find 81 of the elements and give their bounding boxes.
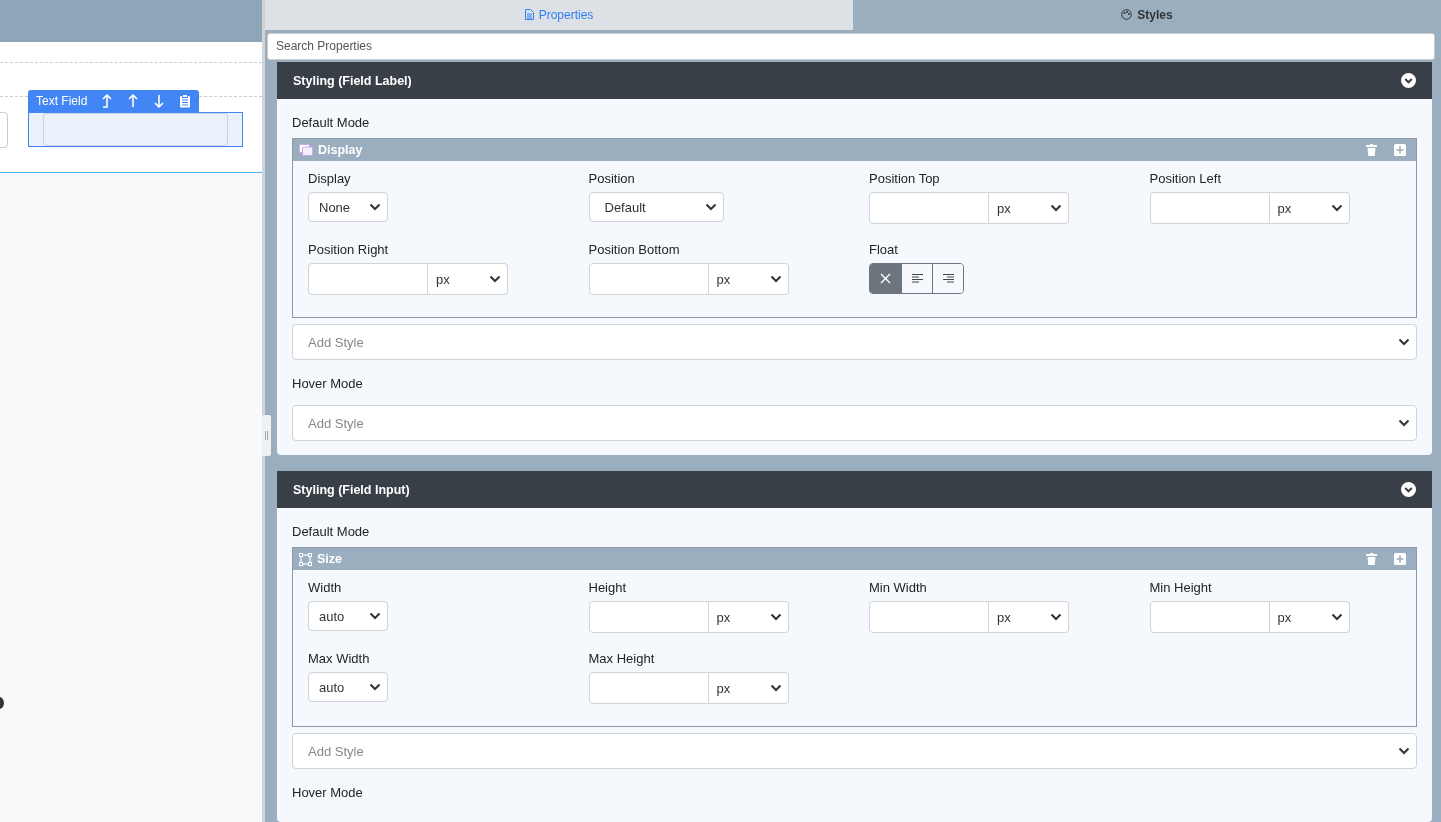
resize-icon — [299, 552, 312, 566]
field-label: Min Height — [1149, 580, 1213, 595]
trash-icon[interactable] — [1366, 144, 1377, 156]
chevron-down-icon — [1330, 204, 1343, 212]
field-label: Position Right — [308, 242, 390, 257]
dropdown-field[interactable]: auto — [308, 601, 388, 631]
unit-dropdown[interactable]: px — [428, 263, 508, 295]
field-label: Position Top — [869, 171, 941, 186]
align-right-icon — [942, 273, 954, 284]
chevron-down-icon — [489, 275, 501, 283]
x-icon — [880, 273, 891, 284]
number-input[interactable] — [588, 263, 709, 295]
field-label: Max Width — [308, 651, 371, 666]
search-field[interactable]: Search Properties — [267, 32, 1435, 60]
chevron-down-circle-icon[interactable] — [1401, 482, 1416, 497]
number-input[interactable] — [1149, 601, 1270, 633]
add-style-dropdown[interactable]: Add Style — [292, 324, 1417, 360]
chevron-down-icon — [369, 683, 381, 691]
dropdown-field[interactable]: Default — [588, 192, 724, 222]
chevron-down-circle-icon[interactable] — [1401, 73, 1416, 88]
field-label: Display — [308, 171, 352, 186]
group-header: Display — [293, 139, 1416, 161]
dropdown-field[interactable]: auto — [308, 672, 388, 702]
section-header[interactable]: Styling (Field Label) — [277, 62, 1432, 99]
chevron-down-icon — [769, 275, 782, 283]
unit-dropdown[interactable]: px — [1269, 192, 1350, 224]
chevron-down-icon — [769, 684, 782, 692]
field-label: Position Left — [1149, 171, 1223, 186]
unit-dropdown[interactable]: px — [989, 192, 1069, 224]
mode-label: Hover Mode — [292, 376, 364, 391]
unit-dropdown[interactable]: px — [1269, 601, 1350, 633]
mode-label: Default Mode — [292, 115, 371, 130]
field-label: Max Height — [588, 651, 656, 666]
unit-dropdown[interactable]: px — [989, 601, 1069, 633]
widget-label: Text Field — [36, 94, 88, 108]
chevron-down-icon — [1398, 747, 1410, 755]
arrow-down-icon[interactable] — [153, 94, 166, 108]
unit-dropdown[interactable]: px — [708, 601, 789, 633]
chevron-down-icon — [769, 613, 782, 621]
align-left-icon — [911, 273, 923, 284]
trash-icon[interactable] — [1366, 553, 1377, 565]
arrow-up-icon[interactable] — [127, 94, 140, 108]
chevron-down-icon — [1050, 613, 1062, 621]
clipboard-icon[interactable] — [179, 94, 192, 108]
text-field-widget[interactable] — [28, 112, 243, 147]
group-header: Size — [293, 548, 1416, 570]
document-icon — [524, 9, 534, 21]
float-right-button[interactable] — [932, 264, 963, 293]
plus-square-icon[interactable] — [1394, 553, 1406, 565]
number-input[interactable] — [588, 672, 709, 704]
number-input[interactable] — [308, 263, 428, 295]
field-label: Width — [308, 580, 343, 595]
chevron-down-icon — [704, 203, 717, 211]
splitter-handle[interactable] — [262, 415, 271, 456]
number-input[interactable] — [588, 601, 709, 633]
chevron-down-icon — [1330, 613, 1343, 621]
field-label: Min Width — [869, 580, 928, 595]
mode-label: Hover Mode — [292, 785, 364, 800]
field-label: Position Bottom — [588, 242, 681, 257]
add-style-dropdown[interactable]: Add Style — [292, 405, 1417, 441]
number-input[interactable] — [869, 601, 989, 633]
chevron-down-icon — [1050, 204, 1062, 212]
number-input[interactable] — [1149, 192, 1270, 224]
move-top-icon[interactable] — [101, 94, 114, 108]
field-label: Position — [588, 171, 636, 186]
add-style-dropdown[interactable]: Add Style — [292, 733, 1417, 769]
number-input[interactable] — [869, 192, 989, 224]
chevron-down-icon — [369, 203, 381, 211]
palette-icon — [1121, 9, 1133, 21]
chevron-down-icon — [1398, 338, 1410, 346]
chevron-down-icon — [369, 612, 381, 620]
field-label: Float — [869, 242, 899, 257]
dropdown-field[interactable]: None — [308, 192, 388, 222]
section-header[interactable]: Styling (Field Input) — [277, 471, 1432, 508]
chevron-down-icon — [1398, 419, 1410, 427]
windows-icon — [299, 144, 313, 156]
unit-dropdown[interactable]: px — [708, 672, 789, 704]
plus-square-icon[interactable] — [1394, 144, 1406, 156]
mode-label: Default Mode — [292, 524, 371, 539]
field-label: Height — [588, 580, 628, 595]
unit-dropdown[interactable]: px — [708, 263, 789, 295]
